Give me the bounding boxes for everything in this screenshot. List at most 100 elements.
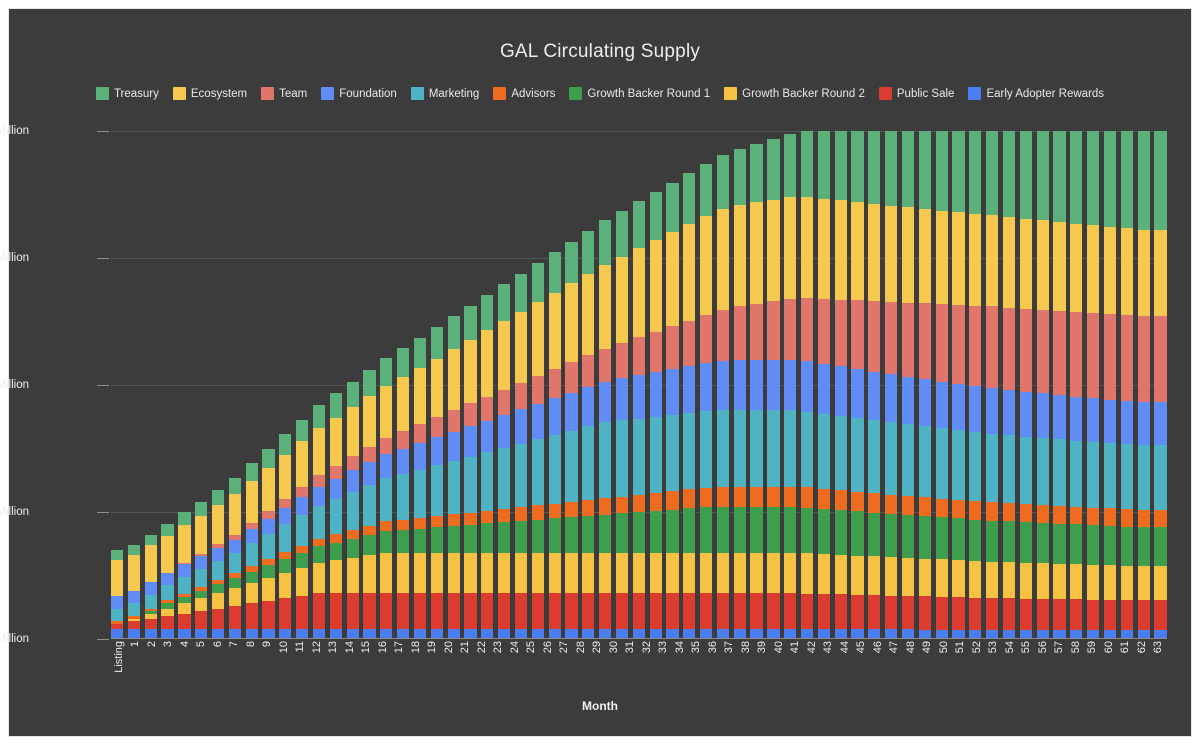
bar-segment[interactable] — [716, 208, 730, 311]
bar-segment[interactable] — [666, 182, 679, 233]
bar-segment[interactable] — [228, 605, 241, 629]
bar-segment[interactable] — [1120, 509, 1133, 527]
bar-column[interactable] — [296, 131, 309, 639]
bar-segment[interactable] — [279, 434, 292, 455]
bar-segment[interactable] — [1120, 401, 1133, 445]
bar-segment[interactable] — [733, 204, 746, 307]
bar-segment[interactable] — [279, 572, 292, 599]
bar-segment[interactable] — [178, 564, 191, 578]
bar-segment[interactable] — [413, 552, 427, 594]
bar-segment[interactable] — [918, 516, 931, 559]
bar-column[interactable] — [935, 131, 948, 639]
bar-segment[interactable] — [565, 362, 578, 393]
bar-segment[interactable] — [1002, 307, 1016, 391]
bar-segment[interactable] — [514, 443, 528, 508]
bar-segment[interactable] — [245, 571, 258, 584]
bar-segment[interactable] — [1002, 503, 1016, 522]
bar-segment[interactable] — [649, 552, 662, 594]
bar-segment[interactable] — [447, 593, 460, 629]
bar-segment[interactable] — [733, 506, 746, 553]
bar-segment[interactable] — [565, 552, 578, 594]
bar-segment[interactable] — [279, 524, 292, 553]
bar-segment[interactable] — [430, 358, 443, 418]
bar-segment[interactable] — [582, 500, 595, 516]
bar-segment[interactable] — [851, 300, 864, 370]
bar-segment[interactable] — [716, 552, 730, 594]
bar-segment[interactable] — [1087, 398, 1100, 442]
bar-segment[interactable] — [952, 560, 965, 598]
bar-segment[interactable] — [784, 298, 797, 360]
bar-column[interactable] — [380, 131, 393, 639]
bar-segment[interactable] — [935, 210, 948, 305]
bar-segment[interactable] — [1087, 525, 1100, 565]
bar-segment[interactable] — [1154, 565, 1167, 601]
bar-segment[interactable] — [817, 413, 830, 489]
bar-segment[interactable] — [952, 499, 965, 519]
bar-segment[interactable] — [851, 491, 864, 512]
bar-segment[interactable] — [986, 520, 999, 562]
bar-segment[interactable] — [632, 494, 645, 513]
bar-column[interactable] — [195, 131, 208, 639]
bar-segment[interactable] — [918, 558, 931, 597]
bar-segment[interactable] — [380, 478, 393, 522]
bar-segment[interactable] — [346, 491, 359, 531]
bar-segment[interactable] — [784, 486, 797, 507]
bar-segment[interactable] — [127, 621, 141, 629]
bar-segment[interactable] — [498, 415, 511, 449]
bar-segment[interactable] — [127, 545, 141, 556]
bar-segment[interactable] — [1103, 313, 1117, 400]
bar-segment[interactable] — [885, 595, 898, 630]
bar-segment[interactable] — [195, 568, 208, 587]
bar-segment[interactable] — [969, 386, 982, 433]
bar-column[interactable] — [649, 131, 662, 639]
bar-segment[interactable] — [464, 305, 477, 340]
bar-segment[interactable] — [666, 415, 679, 492]
legend-item[interactable]: Team — [261, 87, 307, 100]
bar-segment[interactable] — [195, 598, 208, 612]
bar-segment[interactable] — [817, 298, 830, 364]
bar-column[interactable] — [1120, 131, 1133, 639]
bar-segment[interactable] — [784, 552, 797, 594]
bar-segment[interactable] — [1154, 131, 1167, 231]
bar-column[interactable] — [885, 131, 898, 639]
bar-segment[interactable] — [514, 382, 528, 410]
bar-segment[interactable] — [1019, 308, 1032, 392]
bar-segment[interactable] — [649, 331, 662, 373]
bar-segment[interactable] — [380, 437, 393, 455]
bar-segment[interactable] — [683, 413, 696, 490]
bar-segment[interactable] — [868, 203, 881, 302]
bar-segment[interactable] — [1019, 562, 1032, 599]
bar-segment[interactable] — [380, 454, 393, 479]
bar-segment[interactable] — [817, 363, 830, 414]
bar-segment[interactable] — [481, 523, 494, 553]
bar-column[interactable] — [565, 131, 578, 639]
bar-segment[interactable] — [380, 521, 393, 532]
bar-segment[interactable] — [228, 552, 241, 573]
bar-segment[interactable] — [1137, 565, 1150, 601]
bar-column[interactable] — [1070, 131, 1083, 639]
bar-column[interactable] — [817, 131, 830, 639]
bar-segment[interactable] — [262, 578, 275, 601]
bar-segment[interactable] — [245, 603, 258, 629]
bar-segment[interactable] — [986, 433, 999, 503]
bar-segment[interactable] — [279, 598, 292, 629]
bar-segment[interactable] — [279, 499, 292, 508]
bar-column[interactable] — [127, 131, 141, 639]
bar-segment[interactable] — [346, 470, 359, 492]
bar-segment[interactable] — [312, 505, 326, 539]
bar-segment[interactable] — [111, 560, 124, 596]
bar-segment[interactable] — [548, 292, 561, 370]
bar-column[interactable] — [161, 131, 174, 639]
bar-segment[interactable] — [699, 163, 713, 216]
bar-column[interactable] — [1087, 131, 1100, 639]
bar-segment[interactable] — [716, 155, 730, 209]
bar-segment[interactable] — [1120, 526, 1133, 566]
bar-segment[interactable] — [195, 611, 208, 629]
bar-segment[interactable] — [296, 441, 309, 488]
bar-segment[interactable] — [750, 202, 763, 304]
bar-segment[interactable] — [363, 462, 376, 486]
bar-column[interactable] — [800, 131, 814, 639]
bar-segment[interactable] — [885, 205, 898, 302]
bar-segment[interactable] — [1137, 230, 1150, 317]
bar-segment[interactable] — [969, 597, 982, 630]
